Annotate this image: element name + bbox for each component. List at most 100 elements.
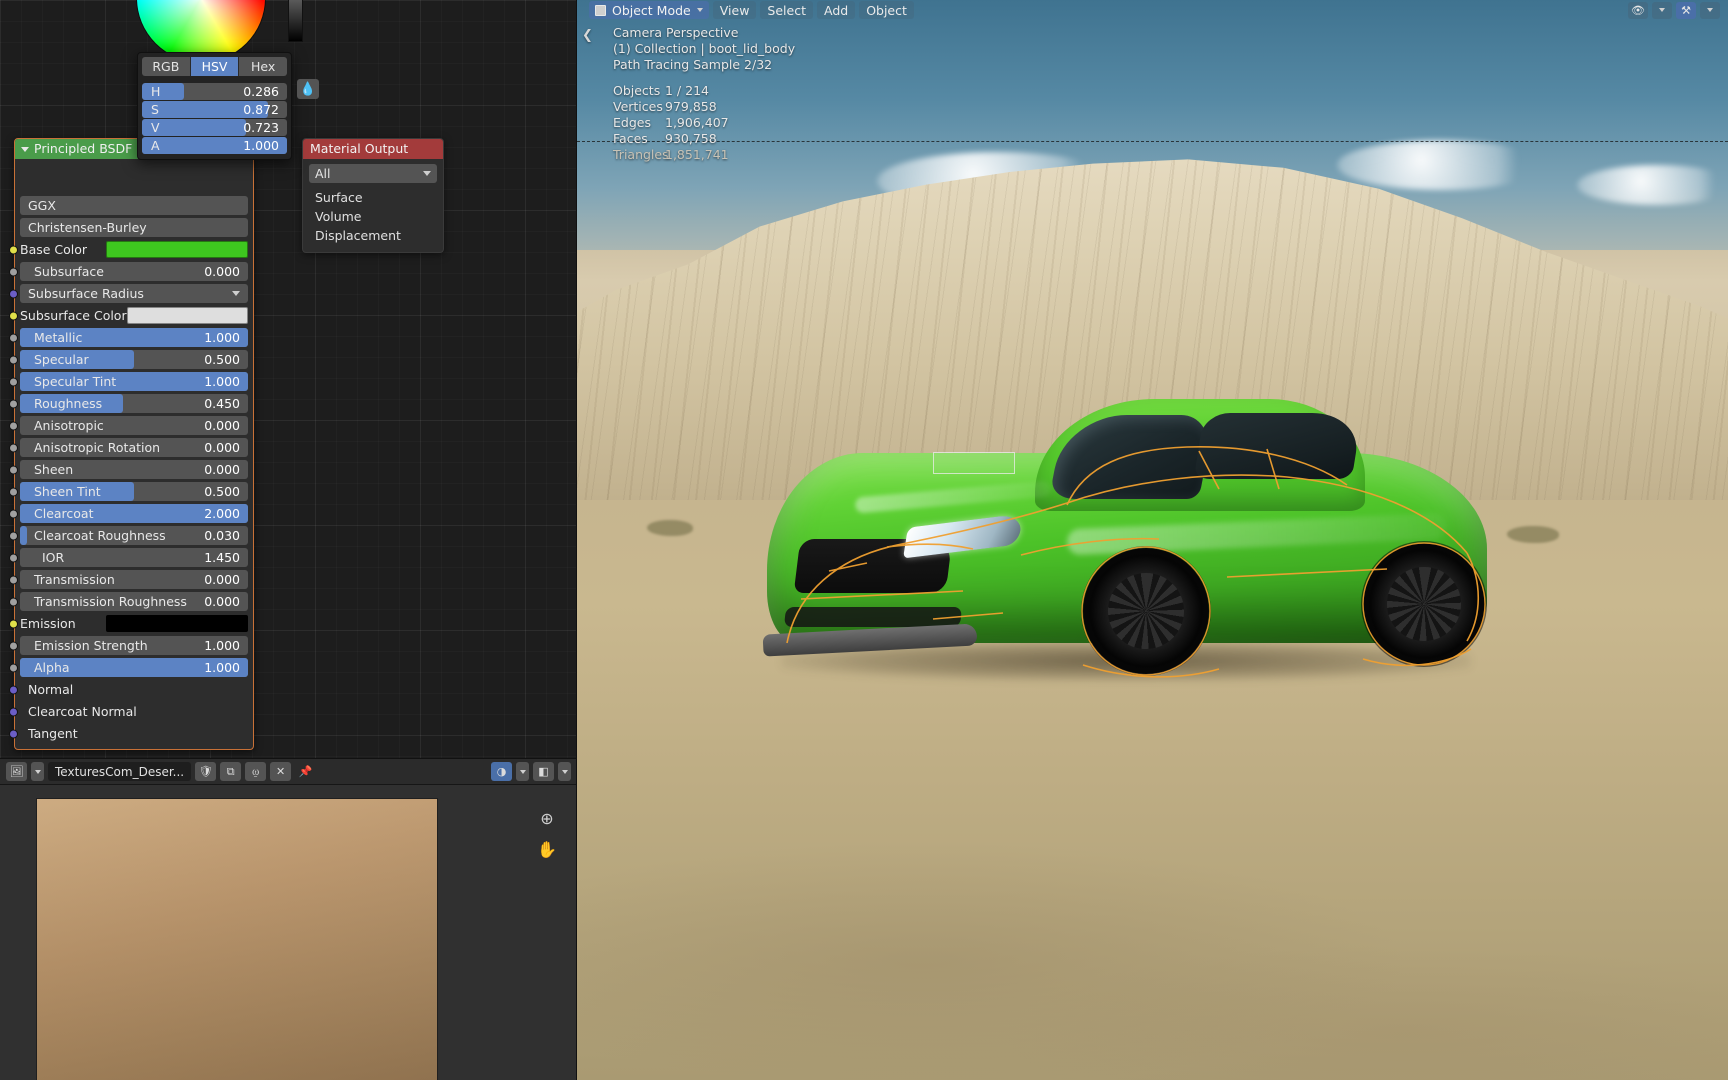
node-socket-icon[interactable] [9,443,18,452]
menu-object[interactable]: Object [859,1,914,19]
bsdf-property-emission[interactable]: Emission [9,614,248,633]
bsdf-property-subsurface-color[interactable]: Subsurface Color [9,306,248,325]
bsdf-property-transmission-roughness[interactable]: Transmission Roughness 0.000 [9,592,248,611]
material-output-socket-displacement[interactable]: Displacement [309,226,437,245]
view-display-channels-icon[interactable]: ◑ [491,762,512,781]
color-channel-h[interactable]: H 0.286 [142,83,287,100]
node-socket-icon[interactable] [9,531,18,540]
image-editor-canvas[interactable]: ⊕ ✋ [0,785,577,1080]
bsdf-property-ior[interactable]: IOR 1.450 [9,548,248,567]
node-socket-icon[interactable] [9,707,18,716]
object-mode-selector[interactable]: Object Mode [589,1,709,19]
car-model[interactable] [762,393,1487,693]
distribution-select[interactable]: GGX [20,196,248,215]
pin-icon[interactable]: 📌 [295,762,316,781]
shader-node-editor[interactable]: Material Output All Surface Volume Displ… [0,0,577,759]
bsdf-property-clearcoat-roughness[interactable]: Clearcoat Roughness 0.030 [9,526,248,545]
image-bake-icon[interactable]: ⍹ [245,762,267,781]
bsdf-property-transmission[interactable]: Transmission 0.000 [9,570,248,589]
bsdf-property-specular[interactable]: Specular 0.500 [9,350,248,369]
display-channels-chevron-icon[interactable] [516,762,529,781]
value-slider[interactable] [288,0,303,42]
node-socket-icon[interactable] [9,509,18,518]
color-channel-s[interactable]: S 0.872 [142,101,287,118]
material-output-node[interactable]: Material Output All Surface Volume Displ… [302,138,444,253]
editor-divider-vertical[interactable] [576,0,577,1080]
bsdf-property-emission-strength[interactable]: Emission Strength 1.000 [9,636,248,655]
node-socket-icon[interactable] [9,377,18,386]
bsdf-property-tangent[interactable]: Tangent [9,724,248,743]
material-output-socket-surface[interactable]: Surface [309,188,437,207]
node-socket-icon[interactable] [9,685,18,694]
color-channel-v[interactable]: V 0.723 [142,119,287,136]
node-socket-icon[interactable] [9,487,18,496]
editor-type-chevron-icon[interactable] [31,762,44,781]
collapse-triangle-icon[interactable] [21,146,29,152]
bsdf-property-clearcoat-normal[interactable]: Clearcoat Normal [9,702,248,721]
node-socket-icon[interactable] [9,245,18,254]
bsdf-property-metallic[interactable]: Metallic 1.000 [9,328,248,347]
image-editor-header[interactable]: 🖼 TexturesCom_Deser... 🛡 ⧉ ⍹ ✕ 📌 ◑ ◧ [0,759,577,785]
node-socket-icon[interactable] [9,267,18,276]
eyedropper-icon[interactable]: 💧 [297,79,319,99]
principled-bsdf-node[interactable]: Principled BSDF GGX Christensen-Burley B… [9,138,254,750]
color-channel-a[interactable]: A 1.000 [142,137,287,154]
image-display-mode-icon[interactable]: ◧ [533,762,554,781]
bsdf-property-clearcoat[interactable]: Clearcoat 2.000 [9,504,248,523]
pan-tool-icon[interactable]: ✋ [536,838,558,860]
node-socket-icon[interactable] [9,355,18,364]
color-mode-tab-hsv[interactable]: HSV [190,57,240,76]
node-socket-icon[interactable] [9,553,18,562]
node-socket-icon[interactable] [9,729,18,738]
image-editor-icon[interactable]: 🖼 [6,762,27,781]
color-picker-fields-panel[interactable]: RGB HSV Hex H 0.286 S 0.872 V 0.723 A 1.000 💧 [137,52,319,160]
image-editor-toolbar[interactable]: ⊕ ✋ [536,807,558,860]
node-socket-icon[interactable] [9,399,18,408]
new-image-copy-icon[interactable]: ⧉ [220,762,242,781]
viewport-header[interactable]: Object Mode View Select Add Object [577,0,1728,20]
menu-add[interactable]: Add [816,1,856,19]
color-mode-tab-rgb[interactable]: RGB [142,57,191,76]
material-output-target-select[interactable]: All [309,164,437,183]
node-socket-icon[interactable] [9,289,18,298]
chevron-down-icon[interactable] [232,291,240,296]
color-picker-popup[interactable]: RGB HSV Hex H 0.286 S 0.872 V 0.723 A 1.000 💧 [137,0,319,160]
unlink-image-icon[interactable]: ✕ [270,762,292,781]
image-name-field[interactable]: TexturesCom_Deser... [48,762,192,781]
sidebar-toggle-arrow-icon[interactable]: ❮ [582,28,593,43]
node-socket-icon[interactable] [9,333,18,342]
bsdf-property-anisotropic[interactable]: Anisotropic 0.000 [9,416,248,435]
node-socket-icon[interactable] [9,465,18,474]
3d-viewport[interactable]: Object Mode View Select Add Object 👁 ⚒ ❮… [577,0,1728,1080]
bsdf-property-subsurface[interactable]: Subsurface 0.000 [9,262,248,281]
image-editor[interactable]: 🖼 TexturesCom_Deser... 🛡 ⧉ ⍹ ✕ 📌 ◑ ◧ ⊕ ✋ [0,759,577,1080]
bsdf-property-specular-tint[interactable]: Specular Tint 1.000 [9,372,248,391]
bsdf-property-base-color[interactable]: Base Color [9,240,248,259]
menu-select[interactable]: Select [760,1,813,19]
node-socket-icon[interactable] [9,311,18,320]
bsdf-property-anisotropic-rotation[interactable]: Anisotropic Rotation 0.000 [9,438,248,457]
color-swatch[interactable] [126,307,248,324]
bsdf-property-normal[interactable]: Normal [9,680,248,699]
zoom-tool-icon[interactable]: ⊕ [536,807,558,829]
bsdf-property-sheen-tint[interactable]: Sheen Tint 0.500 [9,482,248,501]
menu-view[interactable]: View [712,1,757,19]
fake-user-shield-icon[interactable]: 🛡 [195,762,217,781]
color-mode-tabs[interactable]: RGB HSV Hex [142,57,287,76]
bsdf-property-subsurface-radius[interactable]: Subsurface Radius [9,284,248,303]
bsdf-property-sheen[interactable]: Sheen 0.000 [9,460,248,479]
node-socket-icon[interactable] [9,575,18,584]
bsdf-property-alpha[interactable]: Alpha 1.000 [9,658,248,677]
editor-divider-horizontal[interactable] [0,758,577,759]
material-output-socket-volume[interactable]: Volume [309,207,437,226]
color-swatch[interactable] [106,241,248,258]
color-channel-rows[interactable]: H 0.286 S 0.872 V 0.723 A 1.000 [142,83,287,155]
node-socket-icon[interactable] [9,663,18,672]
color-swatch[interactable] [106,615,248,632]
color-mode-tab-hex[interactable]: Hex [239,57,287,76]
node-socket-icon[interactable] [9,619,18,628]
node-socket-icon[interactable] [9,597,18,606]
node-socket-icon[interactable] [9,641,18,650]
subsurface-method-select[interactable]: Christensen-Burley [20,218,248,237]
node-socket-icon[interactable] [9,421,18,430]
